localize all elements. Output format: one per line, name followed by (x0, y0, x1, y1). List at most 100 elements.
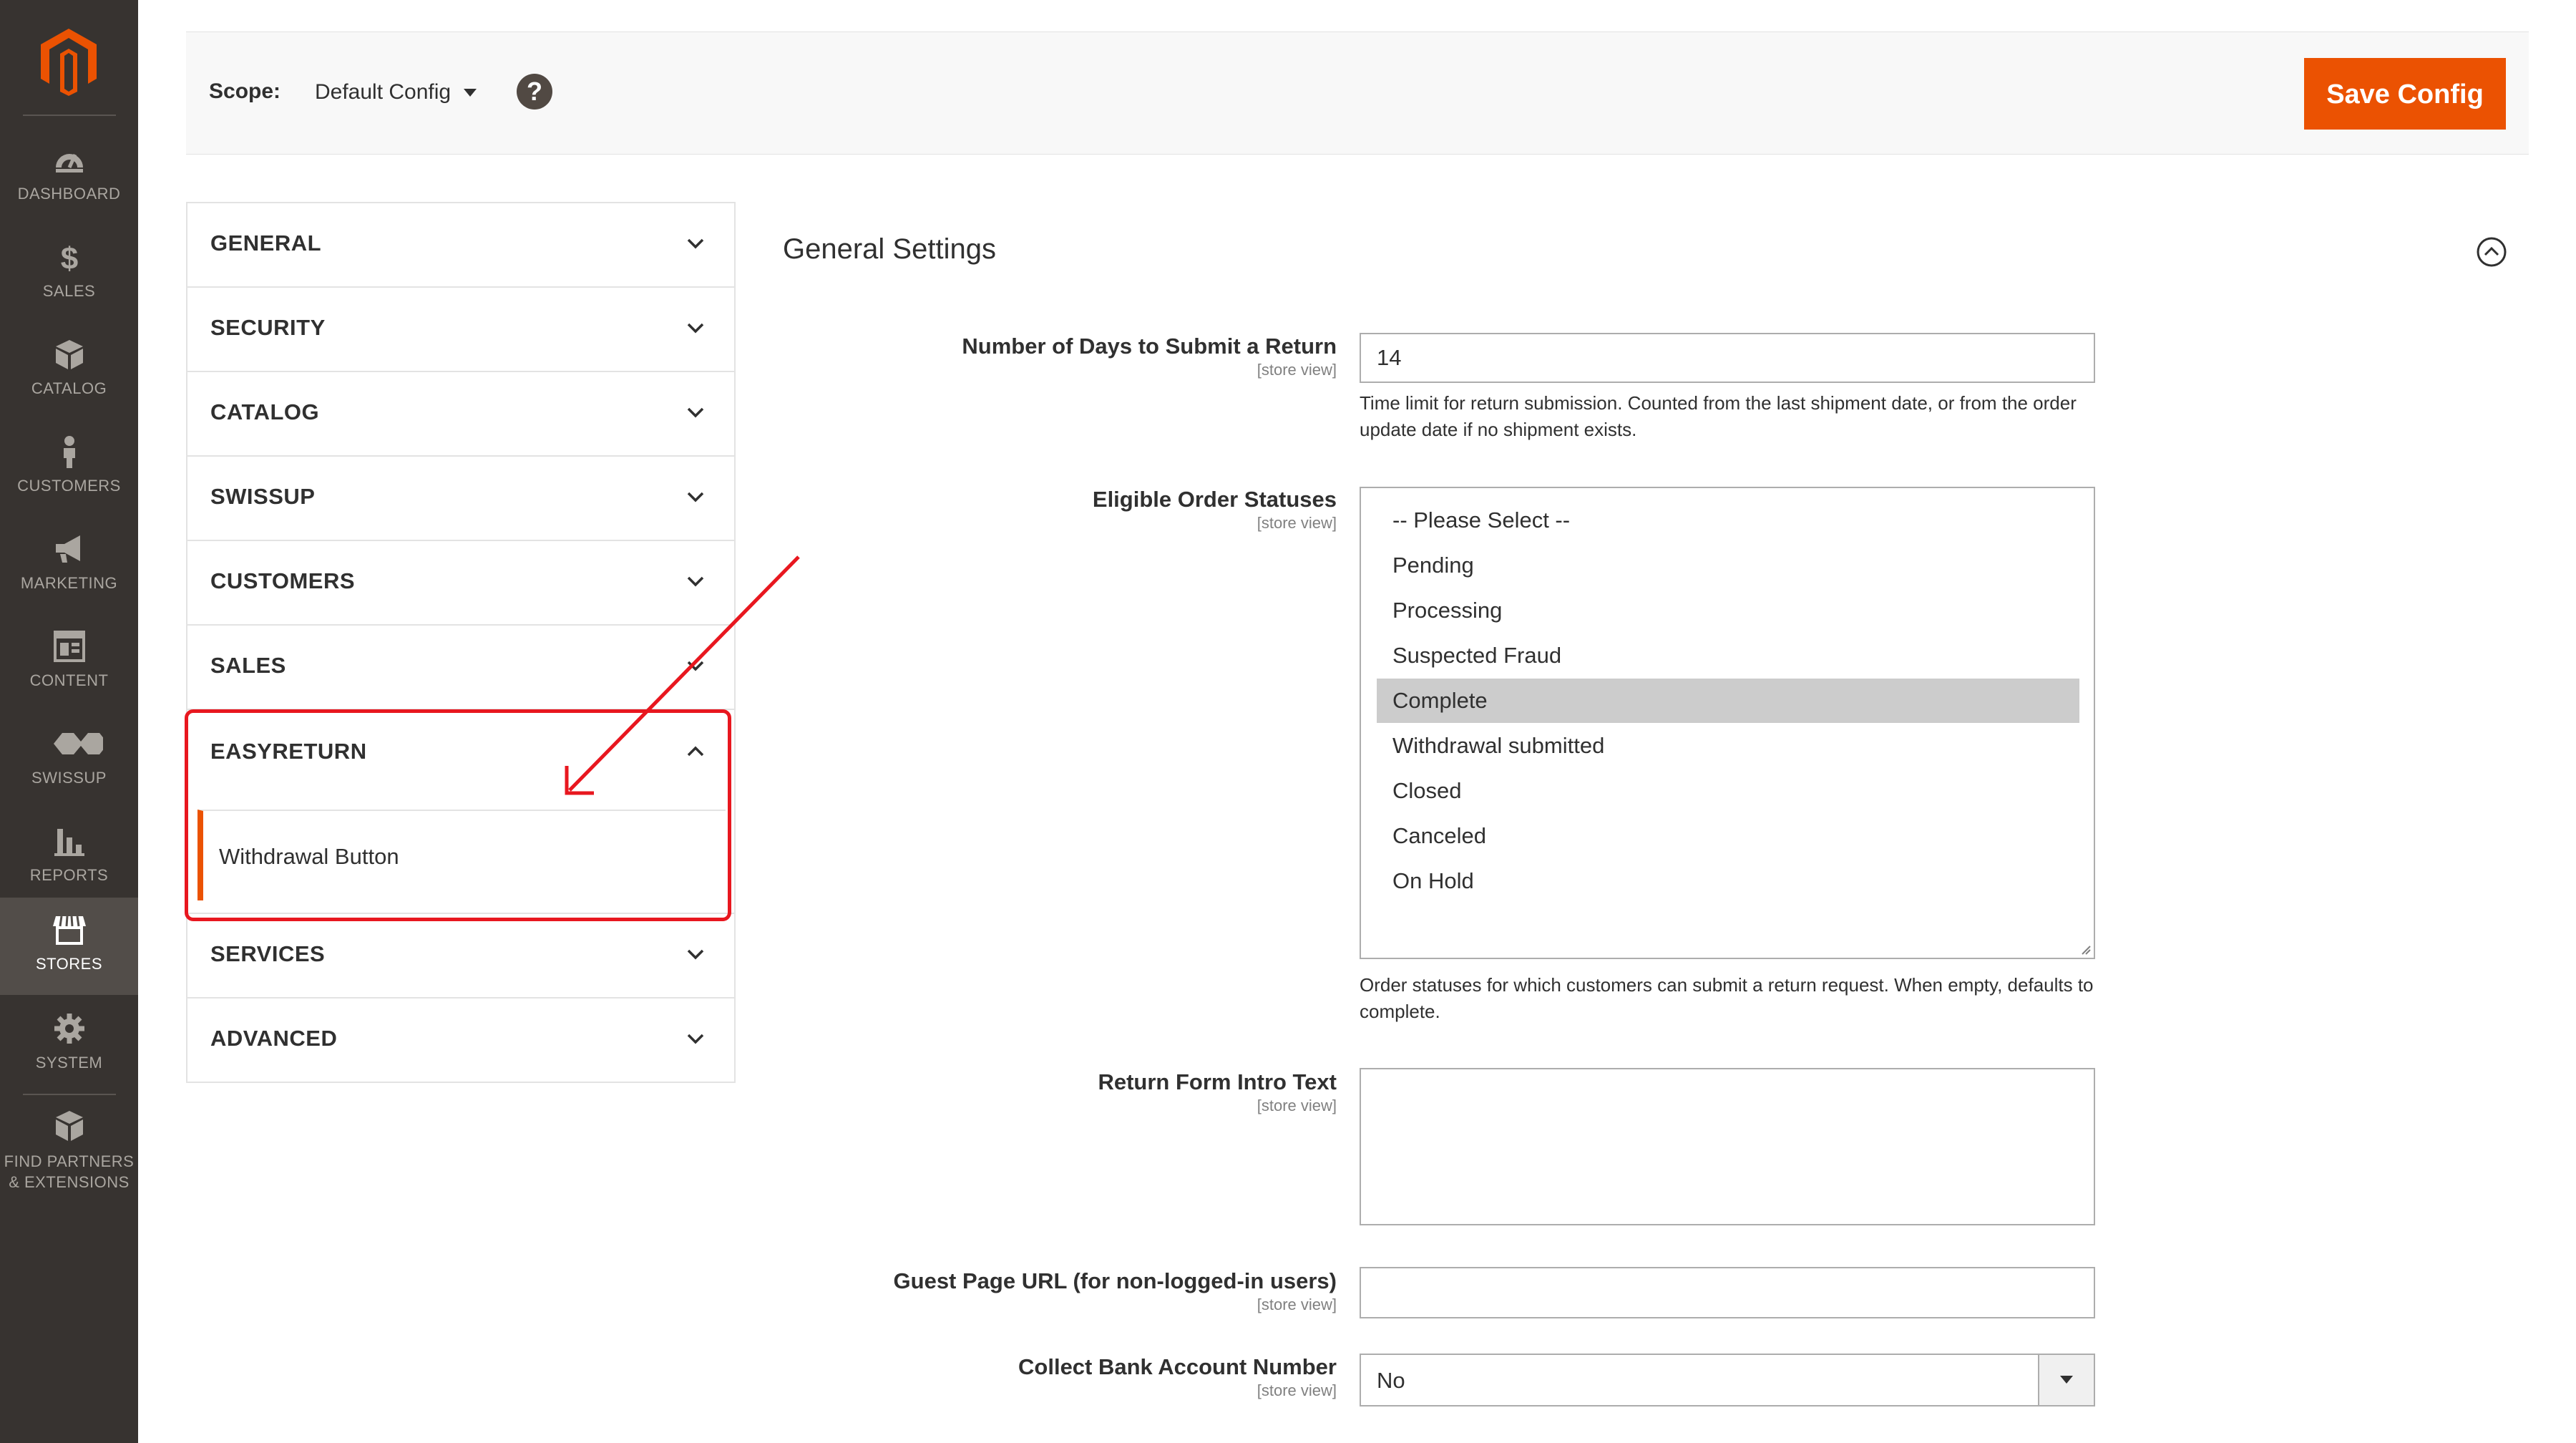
nav-item-catalog[interactable]: CATALOG (0, 322, 138, 419)
status-option[interactable]: Canceled (1377, 814, 2079, 858)
field-label-days: Number of Days to Submit a Return (962, 334, 1337, 359)
store-icon (53, 915, 86, 945)
config-tabs: GENERAL SECURITY CATALOG SWISSUP CUSTOME… (186, 202, 736, 1083)
nav-label: FIND PARTNERS & EXTENSIONS (0, 1151, 138, 1192)
dollar-icon: $ (61, 241, 78, 273)
person-icon (64, 436, 75, 468)
tab-general[interactable]: GENERAL (187, 202, 734, 286)
tab-catalog[interactable]: CATALOG (187, 371, 734, 455)
tab-services[interactable]: SERVICES (187, 913, 734, 997)
order-statuses-multiselect[interactable]: -- Please Select -- Pending Processing S… (1360, 487, 2095, 959)
field-scope-statuses: [store view] (1257, 514, 1337, 532)
nav-label-line-2: & EXTENSIONS (9, 1173, 130, 1191)
status-option[interactable]: -- Please Select -- (1377, 498, 2079, 543)
megaphone-icon (56, 535, 80, 563)
nav-item-customers[interactable]: CUSTOMERS (0, 419, 138, 517)
chevron-down-icon (687, 1034, 704, 1044)
nav-label: CUSTOMERS (17, 477, 121, 495)
tab-label: ADVANCED (210, 1026, 338, 1051)
admin-sidebar: DASHBOARD $ SALES CATALOG CUSTOMERS MARK… (0, 0, 138, 1443)
status-option[interactable]: On Hold (1377, 859, 2079, 903)
tab-label: GENERAL (210, 230, 322, 256)
nav-item-swissup[interactable]: SWISSUP (0, 711, 138, 809)
layout-icon (54, 631, 85, 662)
help-icon[interactable]: ? (517, 74, 552, 110)
tab-swissup[interactable]: SWISSUP (187, 455, 734, 540)
intro-text-textarea[interactable] (1360, 1068, 2095, 1225)
nav-label: SALES (42, 282, 96, 300)
scope-value: Default Config (315, 80, 452, 104)
field-label-statuses: Eligible Order Statuses (1092, 487, 1337, 512)
field-scope-guest-url: [store view] (1257, 1296, 1337, 1313)
nav-item-find-partners[interactable]: FIND PARTNERS & EXTENSIONS (0, 1094, 138, 1208)
nav-label: SWISSUP (31, 769, 107, 787)
swissup-icon (54, 733, 103, 754)
nav-label: CONTENT (29, 671, 109, 689)
section-title: General Settings (783, 233, 996, 265)
boxes-icon (56, 1111, 83, 1141)
caret-down-icon (464, 88, 477, 97)
status-option-selected[interactable]: Complete (1377, 679, 2079, 723)
status-option[interactable]: Closed (1377, 769, 2079, 813)
scope-switcher[interactable]: Default Config (315, 78, 477, 107)
nav-label-line-1: FIND PARTNERS (4, 1152, 135, 1170)
guest-url-input[interactable] (1360, 1267, 2095, 1318)
page-actions-bar: Scope: Default Config ? Save Config (186, 31, 2529, 155)
chevron-down-icon (687, 661, 704, 671)
bank-account-select[interactable]: No (1360, 1354, 2095, 1406)
nav-label: REPORTS (29, 866, 109, 884)
select-toggle[interactable] (2038, 1355, 2094, 1405)
annotation-highlight-box (185, 709, 731, 921)
scope-label: Scope: (209, 79, 281, 103)
field-label-bank: Collect Bank Account Number (1018, 1354, 1337, 1379)
nav-item-stores[interactable]: STORES (0, 898, 138, 995)
nav-item-reports[interactable]: REPORTS (0, 809, 138, 906)
caret-down-icon (2060, 1376, 2073, 1384)
status-option[interactable]: Withdrawal submitted (1377, 724, 2079, 768)
tab-advanced[interactable]: ADVANCED (187, 997, 734, 1082)
days-note: Time limit for return submission. Counte… (1360, 392, 2077, 440)
nav-item-system[interactable]: SYSTEM (0, 996, 138, 1094)
tab-sales[interactable]: SALES (187, 624, 734, 709)
tab-security[interactable]: SECURITY (187, 286, 734, 371)
gear-icon (54, 1014, 84, 1044)
nav-item-sales[interactable]: $ SALES (0, 225, 138, 322)
collapse-circle-icon[interactable] (2476, 236, 2507, 268)
cube-icon (56, 340, 83, 369)
field-scope-bank: [store view] (1257, 1381, 1337, 1399)
chevron-down-icon (687, 238, 704, 249)
field-scope-days: [store view] (1257, 361, 1337, 379)
nav-label: CATALOG (31, 379, 107, 397)
field-label-guest-url: Guest Page URL (for non-logged-in users) (893, 1268, 1337, 1293)
chevron-down-icon (687, 949, 704, 960)
field-label-intro: Return Form Intro Text (1098, 1069, 1337, 1094)
days-to-submit-input[interactable] (1360, 333, 2095, 383)
tab-label: CUSTOMERS (210, 568, 356, 593)
tab-label: CATALOG (210, 399, 320, 424)
dashboard-icon (56, 153, 83, 173)
nav-item-marketing[interactable]: MARKETING (0, 517, 138, 614)
resize-handle-icon[interactable] (2079, 943, 2091, 955)
nav-label: MARKETING (20, 574, 118, 592)
tab-label: SECURITY (210, 315, 326, 340)
tab-customers[interactable]: CUSTOMERS (187, 540, 734, 624)
bar-chart-icon (54, 829, 84, 856)
status-option[interactable]: Processing (1377, 588, 2079, 633)
nav-divider (23, 115, 116, 116)
tab-label: SWISSUP (210, 484, 316, 509)
tab-label: SERVICES (210, 941, 326, 966)
save-config-button[interactable]: Save Config (2304, 58, 2506, 130)
chevron-down-icon (687, 576, 704, 587)
nav-label: SYSTEM (35, 1054, 103, 1072)
chevron-down-icon (687, 407, 704, 418)
statuses-note: Order statuses for which customers can s… (1360, 974, 2094, 1022)
status-option[interactable]: Suspected Fraud (1377, 633, 2079, 678)
svg-text:$: $ (61, 241, 78, 273)
status-option[interactable]: Pending (1377, 543, 2079, 588)
tab-label: SALES (210, 653, 286, 678)
field-scope-intro: [store view] (1257, 1097, 1337, 1114)
nav-item-dashboard[interactable]: DASHBOARD (0, 127, 138, 225)
magento-logo-icon[interactable] (39, 27, 98, 96)
bank-account-value: No (1377, 1368, 1405, 1393)
nav-item-content[interactable]: CONTENT (0, 614, 138, 711)
